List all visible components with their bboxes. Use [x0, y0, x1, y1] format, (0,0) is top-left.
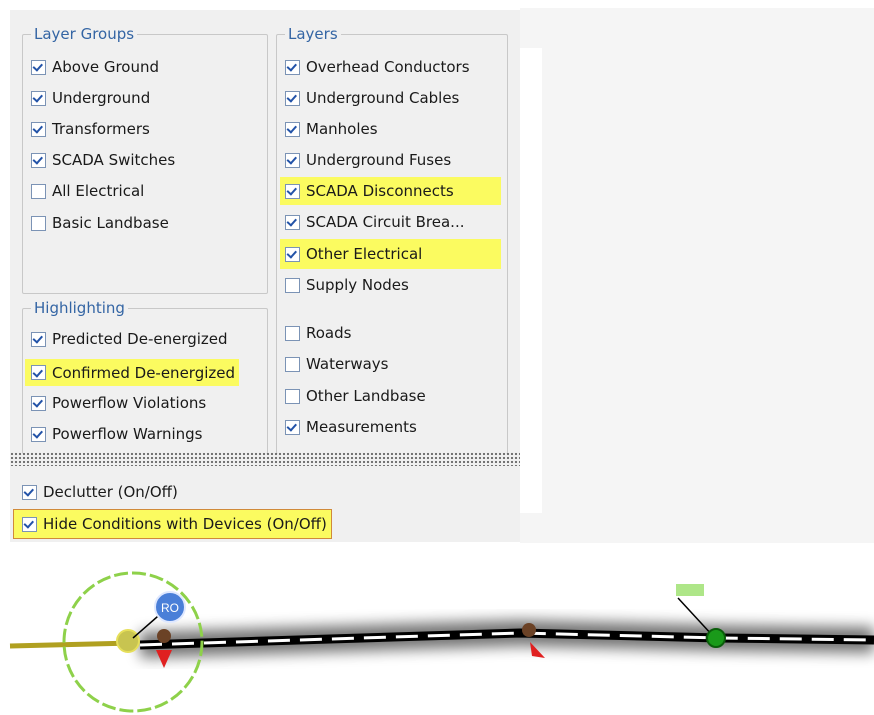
checkbox-box[interactable]	[285, 152, 300, 168]
layers-title: Layers	[285, 25, 341, 43]
checkbox-above-ground[interactable]: Above Ground	[31, 55, 163, 79]
manhole-icon[interactable]	[157, 629, 171, 643]
highlighting-title: Highlighting	[31, 299, 128, 317]
checkbox-basic-landbase[interactable]: Basic Landbase	[31, 211, 173, 235]
layer-groups-group: Layer Groups Above Ground Underground Tr…	[22, 25, 268, 294]
checkbox-underground[interactable]: Underground	[31, 86, 154, 110]
checkbox-roads[interactable]: Roads	[285, 321, 355, 345]
checkbox-scada-disconnects[interactable]: SCADA Disconnects	[280, 177, 501, 205]
panel-splitter[interactable]	[10, 452, 520, 466]
checkbox-box[interactable]	[31, 59, 46, 75]
highlighting-group: Highlighting Predicted De-energized Conf…	[22, 299, 268, 454]
checkbox-box[interactable]	[22, 516, 37, 532]
checkbox-box[interactable]	[285, 214, 300, 230]
checkbox-label: Transformers	[52, 120, 150, 138]
checkbox-label: Roads	[306, 324, 352, 342]
checkbox-box[interactable]	[285, 59, 300, 75]
checkbox-box[interactable]	[285, 90, 300, 106]
overhead-conductor[interactable]	[9, 640, 133, 649]
checkbox-label: Powerflow Warnings	[52, 425, 203, 443]
checkbox-label: Other Landbase	[306, 387, 426, 405]
map-view[interactable]: RO	[0, 550, 874, 715]
switch-device-icon[interactable]	[706, 628, 726, 648]
checkbox-box[interactable]	[31, 215, 46, 231]
switch-label-icon	[676, 584, 704, 596]
checkbox-box[interactable]	[31, 121, 46, 137]
checkbox-waterways[interactable]: Waterways	[285, 352, 393, 376]
checkbox-all-electrical[interactable]: All Electrical	[31, 179, 148, 203]
checkbox-box[interactable]	[285, 419, 300, 435]
checkbox-label: SCADA Switches	[52, 151, 176, 169]
checkbox-label: SCADA Circuit Brea...	[306, 213, 465, 231]
checkbox-box[interactable]	[285, 325, 300, 341]
checkbox-label: Basic Landbase	[52, 214, 169, 232]
layers-group: Layers Overhead Conductors Underground C…	[276, 25, 508, 454]
checkbox-hide-conditions[interactable]: Hide Conditions with Devices (On/Off)	[13, 509, 332, 539]
checkbox-label: Underground Fuses	[306, 151, 452, 169]
ro-badge-label: RO	[161, 601, 179, 615]
checkbox-box[interactable]	[285, 121, 300, 137]
checkbox-scada-circuit-breakers[interactable]: SCADA Circuit Brea...	[285, 210, 468, 234]
checkbox-powerflow-warnings[interactable]: Powerflow Warnings	[31, 422, 207, 446]
checkbox-label: Measurements	[306, 418, 417, 436]
checkbox-transformers[interactable]: Transformers	[31, 117, 154, 141]
checkbox-underground-cables[interactable]: Underground Cables	[285, 86, 463, 110]
checkbox-box[interactable]	[31, 395, 46, 411]
checkbox-scada-switches[interactable]: SCADA Switches	[31, 148, 179, 172]
checkbox-label: Declutter (On/Off)	[43, 483, 178, 501]
fault-arrow-icon[interactable]	[156, 650, 172, 668]
top-right-background	[520, 8, 874, 543]
checkbox-box[interactable]	[22, 484, 37, 500]
checkbox-box[interactable]	[31, 183, 46, 199]
checkbox-label: All Electrical	[52, 182, 145, 200]
checkbox-overhead-conductors[interactable]: Overhead Conductors	[285, 55, 474, 79]
checkbox-declutter[interactable]: Declutter (On/Off)	[22, 480, 182, 504]
checkbox-other-landbase[interactable]: Other Landbase	[285, 384, 430, 408]
checkbox-box[interactable]	[285, 388, 300, 404]
checkbox-label: Underground Cables	[306, 89, 460, 107]
checkbox-label: Other Electrical	[306, 245, 423, 263]
checkbox-label: Predicted De-energized	[52, 330, 228, 348]
transformer-device-icon[interactable]	[116, 629, 140, 653]
checkbox-predicted-de-energized[interactable]: Predicted De-energized	[31, 327, 232, 351]
checkbox-box[interactable]	[31, 426, 46, 442]
checkbox-label: Supply Nodes	[306, 276, 409, 294]
checkbox-supply-nodes[interactable]: Supply Nodes	[285, 273, 413, 297]
checkbox-label: Confirmed De-energized	[52, 363, 236, 382]
checkbox-label: Powerflow Violations	[52, 394, 207, 412]
checkbox-box[interactable]	[285, 356, 300, 372]
checkbox-manholes[interactable]: Manholes	[285, 117, 382, 141]
checkbox-label: SCADA Disconnects	[306, 182, 454, 200]
checkbox-box[interactable]	[285, 277, 300, 293]
panel-edge	[520, 48, 542, 513]
checkbox-powerflow-violations[interactable]: Powerflow Violations	[31, 391, 210, 415]
checkbox-label: Waterways	[306, 355, 389, 373]
checkbox-label: Above Ground	[52, 58, 160, 76]
checkbox-label: Underground	[52, 89, 151, 107]
checkbox-confirmed-de-energized[interactable]: Confirmed De-energized	[25, 359, 240, 386]
checkbox-label: Manholes	[306, 120, 378, 138]
checkbox-label: Hide Conditions with Devices (On/Off)	[43, 515, 327, 533]
manhole-icon[interactable]	[522, 623, 536, 637]
checkbox-other-electrical[interactable]: Other Electrical	[280, 239, 501, 269]
checkbox-box[interactable]	[285, 246, 300, 262]
checkbox-box[interactable]	[31, 90, 46, 106]
checkbox-underground-fuses[interactable]: Underground Fuses	[285, 148, 455, 172]
checkbox-box[interactable]	[31, 365, 46, 380]
checkbox-box[interactable]	[31, 331, 46, 347]
checkbox-box[interactable]	[285, 183, 300, 199]
checkbox-box[interactable]	[31, 152, 46, 168]
checkbox-measurements[interactable]: Measurements	[285, 415, 421, 439]
layer-groups-title: Layer Groups	[31, 25, 138, 43]
checkbox-label: Overhead Conductors	[306, 58, 470, 76]
